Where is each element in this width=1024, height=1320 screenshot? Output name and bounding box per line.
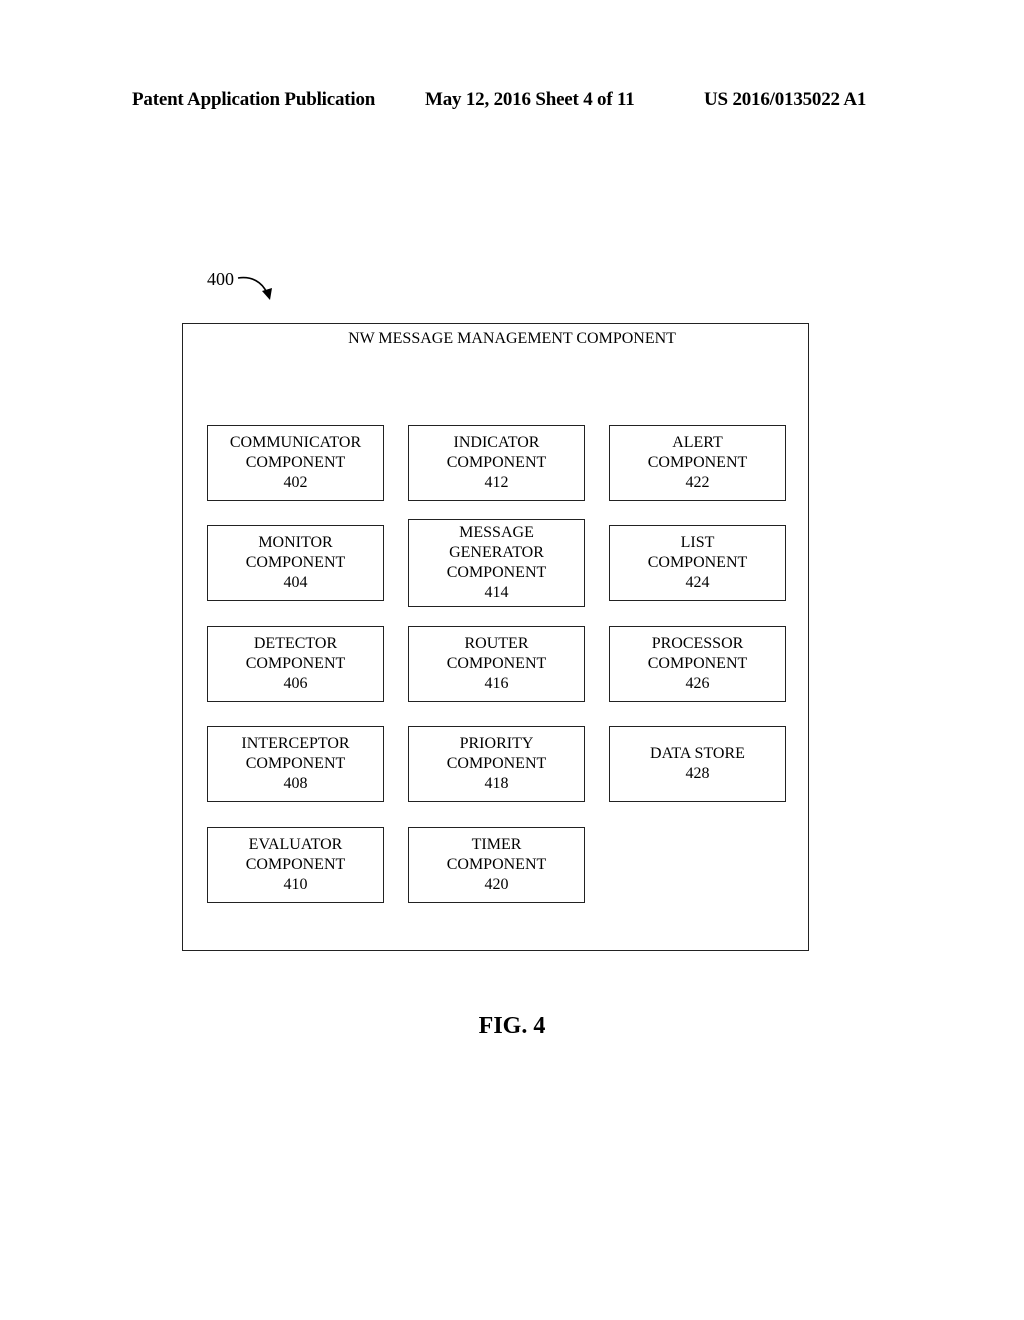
component-name-line: COMPONENT	[245, 755, 346, 772]
component-name-line: COMPONENT	[446, 755, 547, 772]
component-name-line: ROUTER	[464, 635, 529, 652]
component-box-404: MONITOR COMPONENT 404	[207, 525, 384, 601]
publication-date-sheet: May 12, 2016 Sheet 4 of 11	[425, 89, 635, 110]
component-name-line: COMPONENT	[647, 454, 748, 471]
component-box-418: PRIORITY COMPONENT 418	[408, 726, 585, 802]
component-box-420: TIMER COMPONENT 420	[408, 827, 585, 903]
component-number: 428	[685, 765, 710, 782]
component-name-line: COMPONENT	[245, 856, 346, 873]
reference-arrow-icon	[237, 276, 272, 300]
component-name-line: GENERATOR	[449, 544, 544, 561]
component-box-426: PROCESSOR COMPONENT 426	[609, 626, 786, 702]
component-number: 420	[484, 876, 509, 893]
publication-type: Patent Application Publication	[132, 89, 376, 110]
component-name-line: INDICATOR	[453, 434, 540, 451]
component-box-408: INTERCEPTOR COMPONENT 408	[207, 726, 384, 802]
component-name-line: MESSAGE	[459, 524, 534, 541]
component-name-line: ALERT	[672, 434, 723, 451]
component-name-line: COMPONENT	[245, 554, 346, 571]
component-name-line: EVALUATOR	[248, 836, 343, 853]
component-box-428: DATA STORE 428	[609, 726, 786, 802]
component-number: 416	[484, 675, 509, 692]
component-number: 418	[484, 775, 509, 792]
component-box-416: ROUTER COMPONENT 416	[408, 626, 585, 702]
component-number: 408	[283, 775, 308, 792]
component-number: 402	[283, 474, 308, 491]
component-name-line: COMPONENT	[245, 454, 346, 471]
component-number: 410	[283, 876, 308, 893]
component-name-line: COMPONENT	[245, 655, 346, 672]
component-name-line: MONITOR	[258, 534, 333, 551]
component-box-422: ALERT COMPONENT 422	[609, 425, 786, 501]
component-box-424: LIST COMPONENT 424	[609, 525, 786, 601]
component-name-line: PRIORITY	[459, 735, 534, 752]
component-name-line: PROCESSOR	[651, 635, 744, 652]
component-name-line: COMPONENT	[647, 554, 748, 571]
component-number: 426	[685, 675, 710, 692]
component-box-414: MESSAGE GENERATOR COMPONENT 414	[408, 519, 585, 607]
component-name-line: COMPONENT	[446, 655, 547, 672]
component-name-line: INTERCEPTOR	[241, 735, 350, 752]
component-number: 424	[685, 574, 710, 591]
component-name-line: DATA STORE	[650, 745, 745, 762]
component-name-line: COMPONENT	[446, 454, 547, 471]
component-box-406: DETECTOR COMPONENT 406	[207, 626, 384, 702]
container-title: NW MESSAGE MANAGEMENT COMPONENT	[348, 330, 676, 347]
component-name-line: COMPONENT	[446, 856, 547, 873]
component-number: 412	[484, 474, 509, 491]
reference-numeral: 400	[207, 269, 234, 289]
component-name-line: COMPONENT	[446, 564, 547, 581]
component-number: 404	[283, 574, 308, 591]
component-name-line: COMMUNICATOR	[229, 434, 362, 451]
figure-label: FIG. 4	[478, 1013, 546, 1039]
component-number: 414	[484, 584, 509, 601]
component-name-line: TIMER	[471, 836, 522, 853]
publication-number: US 2016/0135022 A1	[704, 89, 867, 110]
component-box-402: COMMUNICATOR COMPONENT 402	[207, 425, 384, 501]
component-number: 422	[685, 474, 710, 491]
component-name-line: DETECTOR	[253, 635, 338, 652]
component-box-412: INDICATOR COMPONENT 412	[408, 425, 585, 501]
component-number: 406	[283, 675, 308, 692]
component-name-line: LIST	[680, 534, 715, 551]
component-name-line: COMPONENT	[647, 655, 748, 672]
component-box-410: EVALUATOR COMPONENT 410	[207, 827, 384, 903]
